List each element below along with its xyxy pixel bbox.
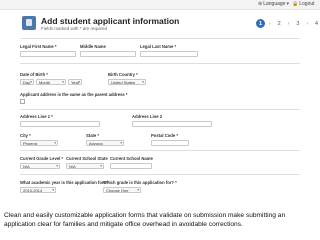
caption-text: Clean and easily customizable applicatio…: [4, 212, 286, 228]
dob-day-select[interactable]: Day ▾: [20, 79, 34, 85]
academic-year-label: What academic year is this application f…: [20, 180, 109, 185]
chevron-down-icon: ▾: [137, 188, 139, 192]
school-state-value: N/A: [69, 164, 76, 169]
step-1[interactable]: 1: [256, 19, 265, 28]
state-select[interactable]: Arizona ▾: [86, 140, 124, 146]
legal-first-name-label: Legal First Name *: [20, 44, 57, 49]
grade-level-value: N/A: [23, 164, 30, 169]
chevron-down-icon: ▾: [30, 80, 32, 84]
step-2[interactable]: 2: [275, 19, 284, 28]
language-menu[interactable]: ⊕ Language ▾: [258, 1, 289, 7]
dob-label: Date of Birth *: [20, 72, 48, 77]
middle-name-input[interactable]: [80, 51, 136, 57]
chevron-down-icon: ▾: [100, 164, 102, 168]
step-indicator: 1 › 2 › 3 › 4: [256, 19, 320, 28]
chevron-down-icon: ▾: [142, 80, 144, 84]
dob-day-value: Day: [23, 80, 31, 85]
legal-last-name-input[interactable]: [140, 51, 198, 57]
academic-year-value: 2013-2014: [23, 188, 43, 193]
grade-applying-value: Choose One: [106, 188, 129, 193]
dob-year-select[interactable]: Year ▾: [68, 79, 82, 85]
section-divider: [20, 109, 300, 110]
logout-label: Logout: [299, 1, 315, 7]
same-address-checkbox[interactable]: [20, 99, 25, 104]
chevron-down-icon: ▾: [54, 141, 56, 145]
postal-code-input[interactable]: [151, 140, 189, 146]
page-title: Add student applicant information: [41, 16, 180, 26]
step-4[interactable]: 4: [312, 19, 320, 28]
step-separator: ›: [306, 20, 309, 27]
section-divider: [20, 174, 300, 175]
middle-name-label: Middle Name: [80, 44, 106, 49]
chevron-down-icon: ▾: [120, 141, 122, 145]
address-line-2-label: Address Line 2: [132, 114, 163, 119]
chevron-down-icon: ▾: [52, 188, 54, 192]
grade-applying-select[interactable]: Choose One ▾: [103, 187, 141, 193]
header-divider: [20, 38, 300, 39]
logout-link[interactable]: 🔒 Logout: [292, 1, 315, 7]
academic-year-select[interactable]: 2013-2014 ▾: [20, 187, 56, 193]
state-value: Arizona: [89, 141, 103, 146]
birth-country-select[interactable]: United States ▾: [108, 79, 146, 85]
legal-first-name-input[interactable]: [20, 51, 76, 57]
chevron-down-icon: ▾: [78, 80, 80, 84]
form-icon: [22, 16, 36, 30]
same-address-label: Applicant address is the same as the par…: [20, 92, 128, 97]
step-3[interactable]: 3: [293, 19, 302, 28]
section-divider: [20, 150, 300, 151]
grade-level-select[interactable]: N/A ▾: [20, 163, 60, 169]
page-header: Add student applicant information Fields…: [3, 14, 320, 35]
city-label: City *: [20, 133, 31, 138]
grade-level-label: Current Grade Level *: [20, 156, 64, 161]
school-state-select[interactable]: N/A ▾: [66, 163, 104, 169]
city-value: Phoenix: [23, 141, 38, 146]
address-line-1-input[interactable]: [20, 121, 100, 127]
birth-country-value: United States: [111, 80, 136, 85]
birth-country-label: Birth Country *: [108, 72, 138, 77]
chevron-down-icon: ▾: [56, 164, 58, 168]
dob-month-value: Month: [39, 80, 51, 85]
school-name-input[interactable]: [110, 163, 152, 169]
step-separator: ›: [269, 20, 271, 27]
address-line-2-input[interactable]: [132, 121, 212, 127]
state-label: State *: [86, 133, 100, 138]
school-name-label: Current School Name: [110, 156, 153, 161]
legal-last-name-label: Legal Last Name *: [140, 44, 177, 49]
school-state-label: Current School State: [66, 156, 108, 161]
chevron-down-icon: ▾: [62, 80, 64, 84]
language-label: Language: [263, 1, 286, 7]
globe-icon: ⊕: [258, 1, 263, 7]
postal-code-label: Postal Code *: [151, 133, 178, 138]
city-select[interactable]: Phoenix ▾: [20, 140, 58, 146]
address-line-1-label: Address Line 1 *: [20, 114, 53, 119]
chevron-down-icon: ▾: [286, 1, 289, 7]
top-bar: ⊕ Language ▾ 🔒 Logout: [0, 0, 320, 10]
grade-applying-label: Which grade is this application for? *: [103, 180, 177, 185]
page-subtitle: Fields marked with * are required: [41, 26, 108, 31]
lock-icon: 🔒: [292, 1, 299, 7]
dob-month-select[interactable]: Month ▾: [36, 79, 66, 85]
section-divider: [20, 63, 300, 64]
step-separator: ›: [287, 20, 290, 27]
